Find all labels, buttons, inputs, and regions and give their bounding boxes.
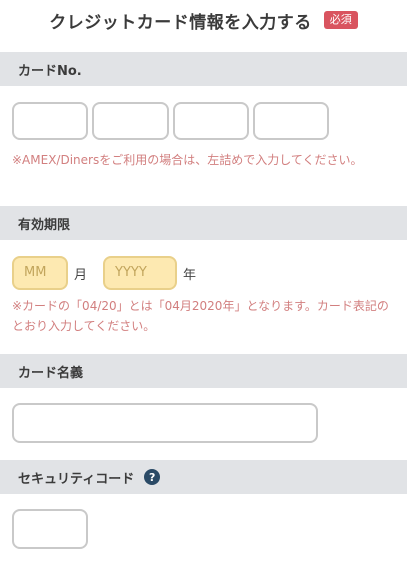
card-number-label: カードNo. — [18, 63, 82, 79]
month-unit-label: 月 — [74, 268, 88, 283]
card-name-header: カード名義 — [0, 354, 407, 388]
form-title-row: クレジットカード情報を入力する 必須 — [0, 0, 407, 40]
form-title: クレジットカード情報を入力する — [49, 12, 312, 33]
year-unit-label: 年 — [183, 268, 197, 283]
card-number-field-4[interactable] — [253, 102, 329, 140]
card-number-header: カードNo. — [0, 52, 407, 86]
card-number-field-3[interactable] — [173, 102, 249, 140]
expiry-header: 有効期限 — [0, 206, 407, 240]
expiry-note: ※カードの「04/20」とは「04月2020年」となります。カード表記のとおり入… — [12, 299, 389, 333]
credit-card-form: クレジットカード情報を入力する 必須 カードNo. ※AMEX/Dinersをご… — [0, 0, 407, 564]
card-number-field-1[interactable] — [12, 102, 88, 140]
expiry-month-field[interactable]: MM — [12, 256, 68, 290]
security-code-field[interactable] — [12, 509, 88, 549]
card-number-field-2[interactable] — [92, 102, 169, 140]
card-name-field[interactable] — [12, 403, 318, 443]
security-code-label: セキュリティコード — [18, 471, 135, 487]
required-badge: 必須 — [323, 11, 358, 29]
help-icon[interactable]: ? — [144, 469, 161, 485]
expiry-year-field[interactable]: YYYY — [103, 256, 177, 290]
security-code-header: セキュリティコード ? — [0, 460, 407, 494]
card-name-label: カード名義 — [18, 365, 84, 381]
expiry-label: 有効期限 — [18, 217, 71, 233]
expiry-year-placeholder: YYYY — [115, 265, 147, 280]
expiry-month-placeholder: MM — [24, 265, 47, 280]
card-number-note: ※AMEX/Dinersをご利用の場合は、左詰めで入力してください。 — [12, 153, 363, 167]
